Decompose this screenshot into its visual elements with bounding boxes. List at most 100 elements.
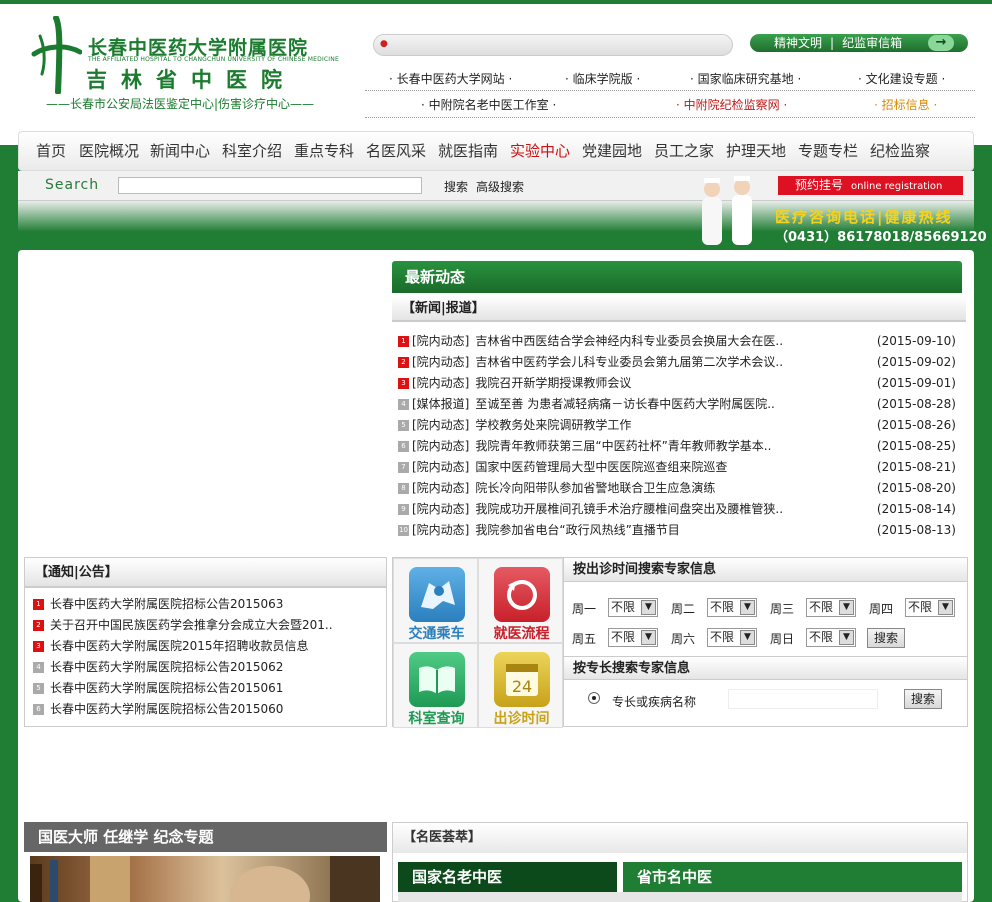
- news-item[interactable]: 10 [院内动态] 我院参加省电台“政行风热线”直播节目 (2015-08-13): [398, 520, 960, 541]
- news-item[interactable]: 9 [院内动态] 我院成功开展椎间孔镜手术治疗腰椎间盘突出及腰椎管狭.. (2015-…: [398, 499, 960, 520]
- arrow-right-icon[interactable]: →: [928, 35, 954, 51]
- news-title[interactable]: 我院青年教师获第三届“中医药社杯”青年教师教学基本..: [475, 439, 771, 453]
- news-title[interactable]: 我院成功开展椎间孔镜手术治疗腰椎间盘突出及腰椎管狭..: [475, 502, 783, 516]
- news-title[interactable]: 吉林省中医药学会儿科专业委员会第九届第二次学术会议..: [475, 355, 783, 369]
- hotline-phone: （0431）86178018/85669120: [775, 230, 987, 245]
- tile-process[interactable]: 就医流程: [478, 558, 563, 643]
- news-title[interactable]: 我院参加省电台“政行风热线”直播节目: [475, 523, 679, 537]
- nav-item-staff[interactable]: 员工之家: [654, 140, 714, 161]
- news-item[interactable]: 3 [院内动态] 我院召开新学期授课教师会议 (2015-09-01): [398, 373, 960, 394]
- site-link-tender-info[interactable]: · 招标信息 ·: [874, 96, 937, 113]
- spiritual-civilization-link[interactable]: 精神文明: [774, 36, 822, 50]
- site-link-discipline-network[interactable]: · 中附院纪检监察网 ·: [676, 96, 787, 113]
- site-links-row-1: · 长春中医药大学网站 · · 临床学院版 · · 国家临床研究基地 · · 文…: [365, 64, 975, 91]
- nav-item-nursing[interactable]: 护理天地: [726, 140, 786, 161]
- site-link-university[interactable]: · 长春中医药大学网站 ·: [389, 70, 512, 87]
- discipline-mailbox-link[interactable]: 纪监审信箱: [842, 36, 902, 50]
- nav-item-discipline[interactable]: 纪检监察: [870, 140, 930, 161]
- service-tiles: 交通乘车 就医流程 科室查询 24 出诊时间: [392, 557, 563, 728]
- news-date: (2015-08-13): [876, 523, 956, 537]
- tile-label: 科室查询: [408, 711, 465, 727]
- news-title[interactable]: 国家中医药管理局大型中医医院巡查组来院巡查: [475, 460, 727, 474]
- tile-clinic-schedule[interactable]: 24 出诊时间: [478, 643, 563, 728]
- tile-label: 出诊时间: [493, 711, 550, 727]
- nav-item-party[interactable]: 党建园地: [582, 140, 642, 161]
- news-item[interactable]: 4 [媒体报道] 至诚至善 为患者减轻病痛－访长春中医药大学附属医院.. (2015-…: [398, 394, 960, 415]
- site-link-national-research-base[interactable]: · 国家临床研究基地 ·: [690, 70, 801, 87]
- news-item[interactable]: 6 [院内动态] 我院青年教师获第三届“中医药社杯”青年教师教学基本.. (2015-…: [398, 436, 960, 457]
- nav-item-departments[interactable]: 科室介绍: [222, 140, 282, 161]
- nav-item-doctors[interactable]: 名医风采: [366, 140, 426, 161]
- news-item[interactable]: 7 [院内动态] 国家中医药管理局大型中医医院巡查组来院巡查 (2015-08-21): [398, 457, 960, 478]
- search-input[interactable]: [118, 177, 422, 194]
- nav-item-news[interactable]: 新闻中心: [150, 140, 210, 161]
- separator: |: [830, 36, 835, 50]
- nav-item-overview[interactable]: 医院概况: [79, 140, 139, 161]
- search-button[interactable]: 搜索: [444, 178, 468, 195]
- tile-department-search[interactable]: 科室查询: [393, 643, 478, 728]
- specialty-search-button[interactable]: 搜索: [904, 689, 942, 709]
- news-title[interactable]: 吉林省中西医结合学会神经内科专业委员会换届大会在医..: [475, 334, 783, 348]
- search-by-time-header: 按出诊时间搜索专家信息: [564, 558, 967, 582]
- chevron-down-icon: ▼: [740, 600, 755, 615]
- time-search-button[interactable]: 搜索: [867, 628, 905, 648]
- site-link-culture-topic[interactable]: · 文化建设专题 ·: [858, 70, 945, 87]
- day-select[interactable]: 不限 ▼: [905, 598, 955, 617]
- nav-item-guide[interactable]: 就医指南: [438, 140, 498, 161]
- master-topic-header[interactable]: 国医大师 任继学 纪念专题: [24, 822, 387, 852]
- day-select-value: 不限: [710, 600, 735, 614]
- rank-badge: 10: [398, 525, 409, 536]
- notice-item[interactable]: 4 长春中医药大学附属医院招标公告2015062: [33, 657, 378, 678]
- notice-item[interactable]: 6 长春中医药大学附属医院招标公告2015060: [33, 699, 378, 720]
- day-select[interactable]: 不限 ▼: [608, 598, 658, 617]
- tab-national-doctors[interactable]: 国家名老中医: [398, 862, 617, 892]
- notice-title[interactable]: 长春中医药大学附属医院招标公告2015061: [50, 681, 283, 695]
- notice-item[interactable]: 5 长春中医药大学附属医院招标公告2015061: [33, 678, 378, 699]
- online-registration-button[interactable]: 预约挂号 online registration: [778, 176, 963, 195]
- nav-item-home[interactable]: 首页: [36, 140, 66, 161]
- news-title[interactable]: 院长冷向阳带队参加省警地联合卫生应急演练: [475, 481, 715, 495]
- advanced-search-button[interactable]: 高级搜索: [476, 178, 524, 195]
- tile-label: 就医流程: [493, 626, 550, 642]
- day-select[interactable]: 不限 ▼: [806, 628, 856, 647]
- nav-item-key-specialties[interactable]: 重点专科: [294, 140, 354, 161]
- notice-item[interactable]: 3 长春中医药大学附属医院2015年招聘收款员信息: [33, 636, 378, 657]
- day-label: 周二: [671, 602, 696, 616]
- news-title[interactable]: 学校教务处来院调研教学工作: [475, 418, 631, 432]
- notice-item[interactable]: 2 关于召开中国民族医药学会推拿分会成立大会暨201..: [33, 615, 378, 636]
- news-date: (2015-08-26): [876, 418, 956, 432]
- news-title[interactable]: 我院召开新学期授课教师会议: [475, 376, 631, 390]
- news-title[interactable]: 至诚至善 为患者减轻病痛－访长春中医药大学附属医院..: [475, 397, 774, 411]
- news-date: (2015-09-10): [876, 334, 956, 348]
- map-icon: [409, 567, 465, 622]
- specialty-radio[interactable]: [588, 692, 600, 704]
- notice-title[interactable]: 长春中医药大学附属医院2015年招聘收款员信息: [50, 639, 309, 653]
- master-photo[interactable]: [30, 856, 380, 902]
- day-select[interactable]: 不限 ▼: [707, 598, 757, 617]
- tile-transportation[interactable]: 交通乘车: [393, 558, 478, 643]
- news-item[interactable]: 2 [院内动态] 吉林省中医药学会儿科专业委员会第九届第二次学术会议.. (2015-…: [398, 352, 960, 373]
- notice-title[interactable]: 长春中医药大学附属医院招标公告2015060: [50, 702, 283, 716]
- nav-item-topics[interactable]: 专题专栏: [798, 140, 858, 161]
- site-link-famous-doctor-studio[interactable]: · 中附院名老中医工作室 ·: [421, 96, 556, 113]
- hospital-name-secondary: 吉林省中医院: [86, 67, 296, 92]
- day-select[interactable]: 不限 ▼: [806, 598, 856, 617]
- news-item[interactable]: 1 [院内动态] 吉林省中西医结合学会神经内科专业委员会换届大会在医.. (2015-…: [398, 331, 960, 352]
- specialty-keyword-input[interactable]: [728, 689, 878, 709]
- day-select[interactable]: 不限 ▼: [707, 628, 757, 647]
- notice-title[interactable]: 关于召开中国民族医药学会推拿分会成立大会暨201..: [50, 618, 333, 632]
- news-item[interactable]: 5 [院内动态] 学校教务处来院调研教学工作 (2015-08-26): [398, 415, 960, 436]
- svg-text:24: 24: [512, 677, 532, 696]
- day-select[interactable]: 不限 ▼: [608, 628, 658, 647]
- notice-item[interactable]: 1 长春中医药大学附属医院招标公告2015063: [33, 594, 378, 615]
- news-date: (2015-08-20): [876, 481, 956, 495]
- nav-item-lab-center[interactable]: 实验中心: [510, 140, 570, 161]
- tab-provincial-doctors[interactable]: 省市名中医: [623, 862, 962, 892]
- notice-title[interactable]: 长春中医药大学附属医院招标公告2015063: [50, 597, 283, 611]
- news-item[interactable]: 8 [院内动态] 院长冷向阳带队参加省警地联合卫生应急演练 (2015-08-20): [398, 478, 960, 499]
- day-select-value: 不限: [908, 600, 933, 614]
- notice-title[interactable]: 长春中医药大学附属医院招标公告2015062: [50, 660, 283, 674]
- site-link-clinical-college[interactable]: · 临床学院版 ·: [565, 70, 640, 87]
- news-date: (2015-08-21): [876, 460, 956, 474]
- search-label: Search: [45, 177, 100, 193]
